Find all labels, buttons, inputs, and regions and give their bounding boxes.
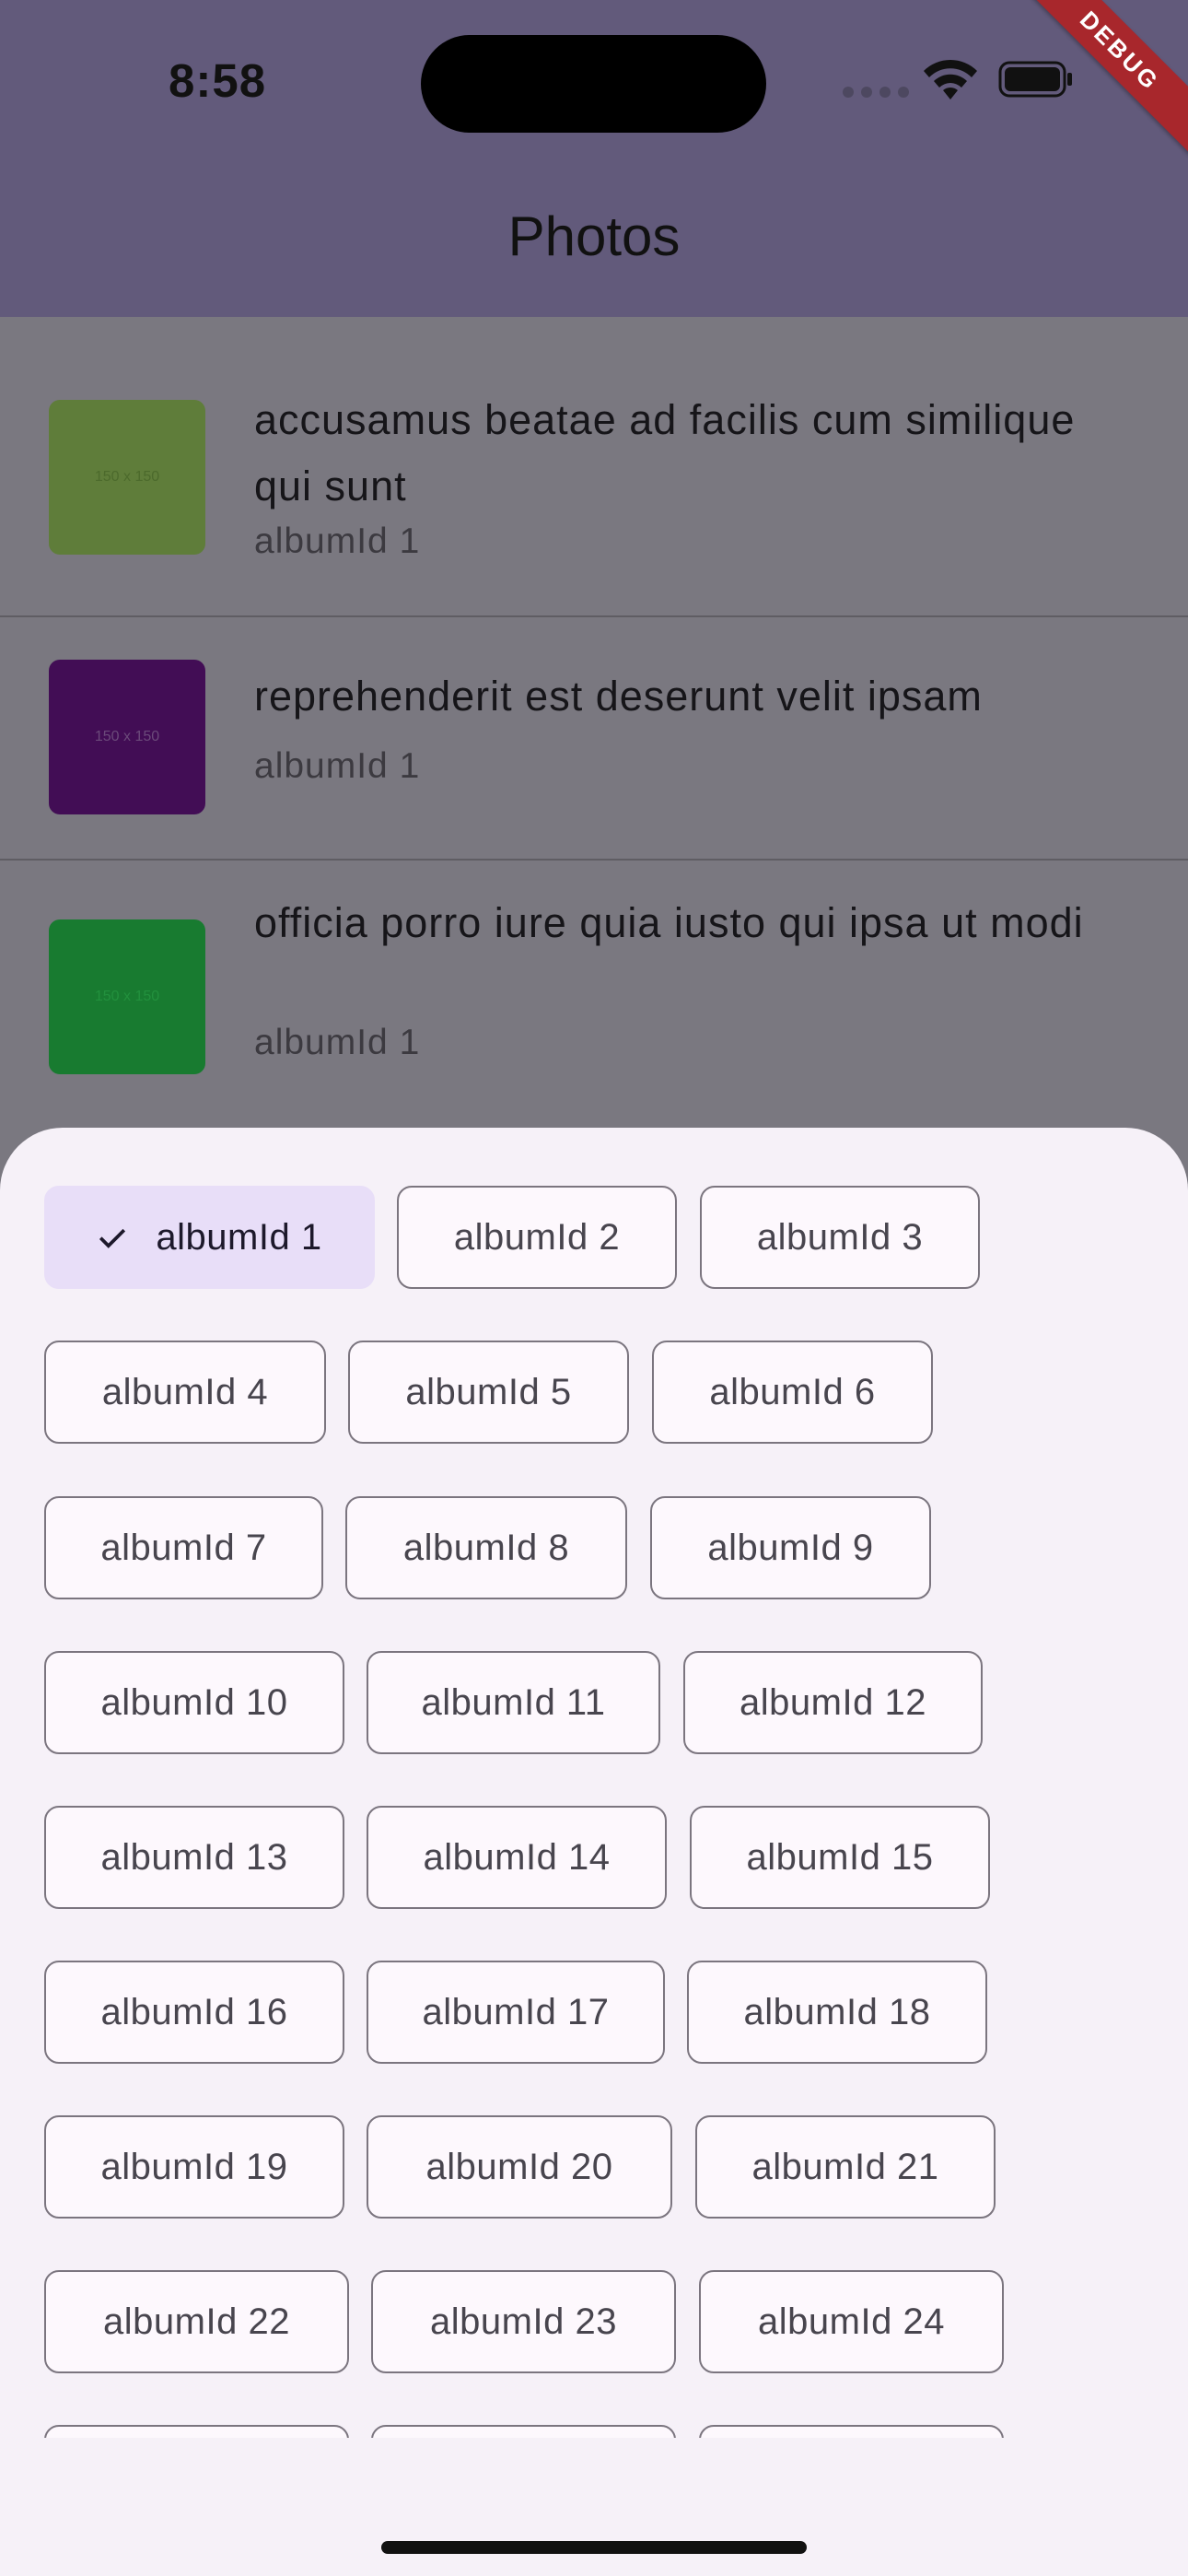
chip-album-5[interactable]: albumId 5: [348, 1341, 629, 1444]
chip-label: albumId 16: [100, 1991, 288, 2032]
chip-label: albumId 22: [103, 2301, 290, 2342]
chip-album-10[interactable]: albumId 10: [44, 1651, 344, 1754]
chip-album-14[interactable]: albumId 14: [367, 1806, 667, 1909]
photo-thumbnail: 150 x 150: [49, 919, 205, 1074]
chip-label: albumId 17: [422, 1991, 610, 2032]
photo-thumbnail: 150 x 150: [49, 660, 205, 814]
chip-label: albumId 6: [709, 1371, 876, 1412]
chip-label: albumId 19: [100, 2146, 288, 2187]
list-item[interactable]: 150 x 150 reprehenderit est deserunt vel…: [0, 617, 1188, 861]
chip-album-9[interactable]: albumId 9: [650, 1496, 931, 1599]
chip-label: albumId 12: [740, 1681, 926, 1723]
chip-album-17[interactable]: albumId 17: [367, 1961, 665, 2064]
chip-label: albumId 3: [756, 1216, 924, 1258]
battery-icon: [998, 61, 1072, 98]
chip-album-24[interactable]: albumId 24: [699, 2270, 1004, 2373]
app-bar: 8:58 DEBUG Photos: [0, 0, 1188, 317]
album-label: albumId 1: [254, 521, 421, 561]
chip-label: albumId 4: [101, 1371, 269, 1412]
dynamic-island: [421, 35, 766, 133]
chip-label: albumId 7: [100, 1527, 267, 1568]
album-filter-sheet: albumId 1 albumId 2 albumId 3 albumId 4 …: [0, 1128, 1188, 2576]
page-title: Photos: [507, 205, 681, 267]
chip-label: albumId 24: [758, 2301, 945, 2342]
chip-album-18[interactable]: albumId 18: [687, 1961, 987, 2064]
home-indicator[interactable]: [381, 2541, 807, 2554]
chip-grid: albumId 1 albumId 2 albumId 3 albumId 4 …: [0, 1128, 1188, 2438]
photo-title: accusamus beatae ad facilis cum similiqu…: [254, 396, 1076, 509]
chip-label: albumId 15: [746, 1836, 934, 1878]
album-label: albumId 1: [254, 746, 421, 786]
chip-album-partial[interactable]: [699, 2425, 1004, 2438]
list-item[interactable]: 150 x 150 accusamus beatae ad facilis cu…: [0, 317, 1188, 617]
cellular-signal-icon: [843, 87, 909, 98]
chip-label: albumId 18: [743, 1991, 931, 2032]
chip-album-13[interactable]: albumId 13: [44, 1806, 344, 1909]
chip-album-2[interactable]: albumId 2: [397, 1186, 677, 1289]
chip-album-4[interactable]: albumId 4: [44, 1341, 326, 1444]
chip-album-23[interactable]: albumId 23: [371, 2270, 676, 2373]
chip-label: albumId 11: [421, 1681, 606, 1723]
chip-album-19[interactable]: albumId 19: [44, 2115, 344, 2219]
photo-thumbnail: 150 x 150: [49, 400, 205, 555]
chip-label: albumId 10: [100, 1681, 288, 1723]
chip-album-7[interactable]: albumId 7: [44, 1496, 323, 1599]
chip-label: albumId 2: [453, 1216, 621, 1258]
chip-label: albumId 8: [402, 1527, 570, 1568]
chip-album-partial[interactable]: [44, 2425, 349, 2438]
chip-label: albumId 9: [707, 1527, 874, 1568]
chip-album-1[interactable]: albumId 1: [44, 1186, 375, 1289]
chip-label: albumId 23: [430, 2301, 617, 2342]
chip-album-12[interactable]: albumId 12: [683, 1651, 983, 1754]
chip-label: albumId 14: [423, 1836, 611, 1878]
album-label: albumId 1: [254, 1023, 421, 1062]
chip-album-15[interactable]: albumId 15: [690, 1806, 990, 1909]
chip-label: albumId 13: [100, 1836, 288, 1878]
chip-album-11[interactable]: albumId 11: [367, 1651, 660, 1754]
chip-album-20[interactable]: albumId 20: [367, 2115, 672, 2219]
chip-album-21[interactable]: albumId 21: [695, 2115, 996, 2219]
chip-label: albumId 1: [156, 1216, 322, 1258]
chip-label: albumId 5: [405, 1371, 572, 1412]
wifi-icon: [924, 59, 977, 100]
chip-label: albumId 20: [425, 2146, 613, 2187]
chip-album-6[interactable]: albumId 6: [652, 1341, 933, 1444]
list-item[interactable]: 150 x 150 officia porro iure quia iusto …: [0, 861, 1188, 1137]
photo-title: reprehenderit est deserunt velit ipsam: [254, 673, 983, 720]
check-icon: [99, 1228, 126, 1248]
status-time: 8:58: [169, 54, 267, 107]
chip-album-partial[interactable]: [371, 2425, 676, 2438]
photo-title: officia porro iure quia iusto qui ipsa u…: [254, 899, 1084, 946]
chip-album-22[interactable]: albumId 22: [44, 2270, 349, 2373]
chip-album-3[interactable]: albumId 3: [700, 1186, 980, 1289]
chip-album-8[interactable]: albumId 8: [345, 1496, 627, 1599]
chip-album-16[interactable]: albumId 16: [44, 1961, 344, 2064]
chip-label: albumId 21: [751, 2146, 939, 2187]
